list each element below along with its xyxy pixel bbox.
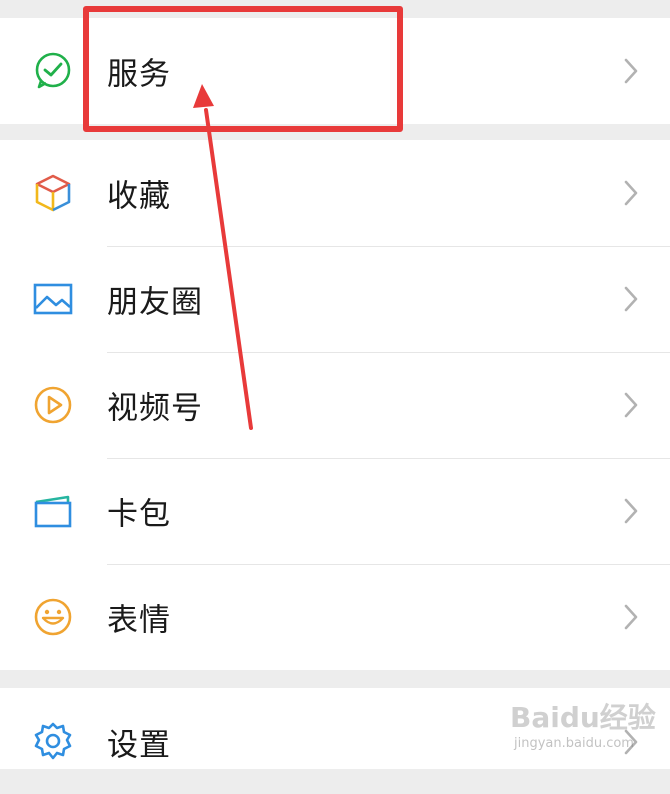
- menu-item-label: 朋友圈: [107, 284, 203, 321]
- section-main: 收藏 朋友圈 视频号 卡包 表情: [0, 140, 670, 670]
- chevron-right-icon: [620, 284, 642, 314]
- menu-item-moments[interactable]: 朋友圈: [0, 246, 670, 352]
- chevron-right-icon: [620, 56, 642, 86]
- play-circle-icon: [31, 383, 75, 427]
- image-icon: [31, 277, 75, 321]
- menu-item-label: 卡包: [107, 496, 171, 533]
- wechat-pay-icon: [31, 49, 75, 93]
- menu-item-stickers[interactable]: 表情: [0, 564, 670, 670]
- chevron-right-icon: [620, 178, 642, 208]
- highlight-box: [83, 6, 403, 132]
- chevron-right-icon: [620, 390, 642, 420]
- menu-item-label: 表情: [107, 602, 171, 639]
- menu-item-label: 收藏: [107, 178, 171, 215]
- cube-icon: [31, 171, 75, 215]
- menu-item-favorites[interactable]: 收藏: [0, 140, 670, 246]
- menu-item-label: 设置: [107, 727, 171, 764]
- chevron-right-icon: [620, 496, 642, 526]
- section-settings: 设置: [0, 688, 670, 769]
- wallet-icon: [31, 489, 75, 533]
- menu-item-channels[interactable]: 视频号: [0, 352, 670, 458]
- menu-item-label: 视频号: [107, 390, 203, 427]
- smiley-icon: [31, 595, 75, 639]
- menu-item-cards[interactable]: 卡包: [0, 458, 670, 564]
- gear-icon: [31, 720, 75, 764]
- menu-item-settings[interactable]: 设置: [0, 688, 670, 794]
- chevron-right-icon: [620, 602, 642, 632]
- chevron-right-icon: [620, 727, 642, 757]
